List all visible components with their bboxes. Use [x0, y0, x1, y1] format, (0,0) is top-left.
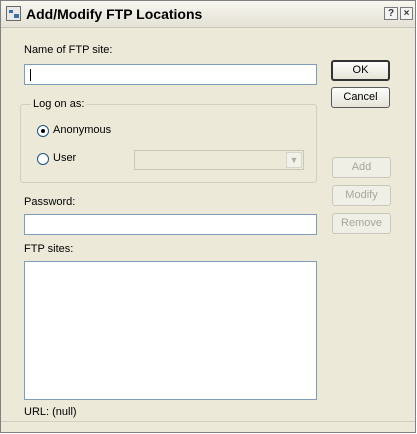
logon-group-label: Log on as:: [31, 98, 87, 110]
url-status: URL: (null): [24, 406, 77, 418]
ok-button[interactable]: OK: [331, 60, 390, 81]
user-combo: ▼: [134, 150, 304, 170]
text-caret: [30, 69, 31, 81]
dialog-bottom-divider: [1, 421, 415, 422]
ftp-locations-icon: [6, 6, 21, 21]
site-name-label: Name of FTP site:: [24, 44, 113, 56]
anonymous-label[interactable]: Anonymous: [53, 124, 111, 136]
password-label: Password:: [24, 196, 76, 208]
window-title: Add/Modify FTP Locations: [26, 6, 203, 22]
chevron-down-icon: ▼: [286, 152, 302, 168]
ftp-sites-list[interactable]: [24, 261, 317, 400]
password-input[interactable]: [24, 214, 317, 235]
modify-button: Modify: [332, 185, 391, 206]
remove-button: Remove: [332, 213, 391, 234]
site-name-input[interactable]: [24, 64, 317, 85]
add-modify-ftp-dialog: Add/Modify FTP Locations ? × Name of FTP…: [0, 0, 416, 433]
title-bar[interactable]: Add/Modify FTP Locations ? ×: [1, 1, 415, 28]
user-label[interactable]: User: [53, 152, 76, 164]
user-radio[interactable]: [37, 153, 49, 165]
ftp-sites-label: FTP sites:: [24, 243, 74, 255]
cancel-button[interactable]: Cancel: [331, 87, 390, 108]
anonymous-radio[interactable]: [37, 125, 49, 137]
help-button[interactable]: ?: [384, 7, 398, 20]
add-button: Add: [332, 157, 391, 178]
close-button[interactable]: ×: [400, 7, 413, 20]
logon-groupbox: [20, 104, 317, 183]
